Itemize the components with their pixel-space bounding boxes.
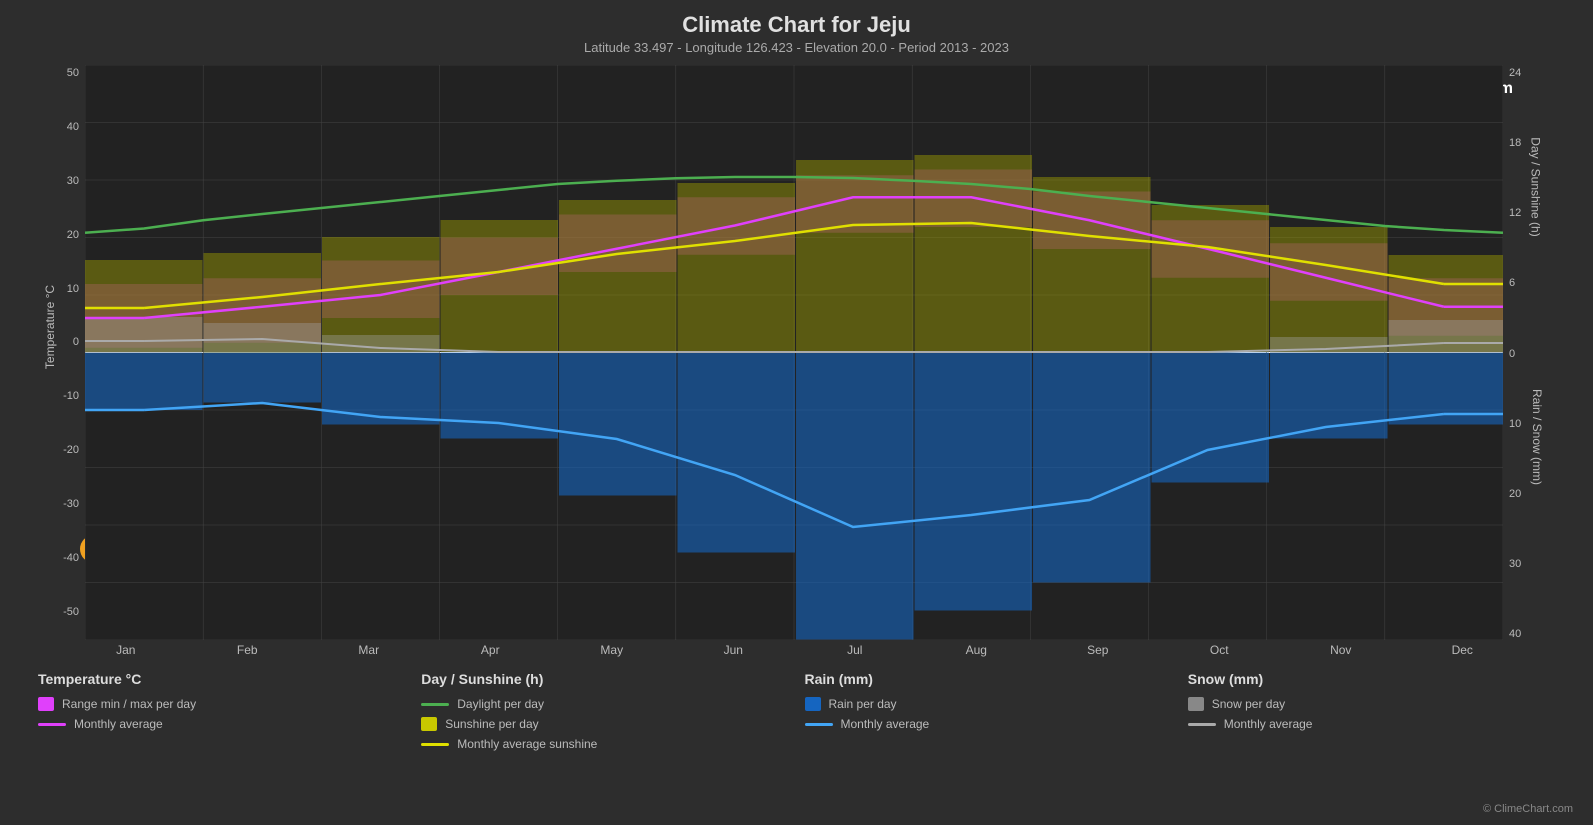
legend-col-temperature: Temperature °C Range min / max per day M… (30, 671, 413, 751)
x-axis: Jan Feb Mar Apr May Jun Jul Aug Sep Oct … (65, 643, 1523, 657)
y-right-24: 24 (1509, 67, 1563, 79)
legend-label-snow-avg: Monthly average (1224, 717, 1313, 731)
x-month-jan: Jan (65, 643, 187, 657)
y-tick-50: 50 (67, 67, 79, 79)
legend-line-rain-avg (805, 723, 833, 726)
y-axis-right-label-rain: Rain / Snow (mm) (1530, 389, 1544, 485)
y-tick-30: 30 (67, 175, 79, 187)
legend-col-snow: Snow (mm) Snow per day Monthly average (1180, 671, 1563, 751)
chart-container: Climate Chart for Jeju Latitude 33.497 -… (0, 0, 1593, 825)
legend-swatch-rain (805, 697, 821, 711)
legend-col-rain: Rain (mm) Rain per day Monthly average (797, 671, 1180, 751)
legend-item-snow-avg: Monthly average (1188, 717, 1555, 731)
legend-label-temp-avg: Monthly average (74, 717, 163, 731)
x-month-may: May (551, 643, 673, 657)
y-axis-left: 50 40 30 20 10 0 -10 -20 -30 -40 -50 (30, 65, 85, 640)
y-tick-m10: -10 (63, 390, 79, 402)
legend-title-rain: Rain (mm) (805, 671, 1172, 687)
chart-svg (85, 65, 1503, 640)
legend-item-snow-bar: Snow per day (1188, 697, 1555, 711)
legend-label-rain-bar: Rain per day (829, 697, 897, 711)
legend-area: Temperature °C Range min / max per day M… (30, 671, 1563, 751)
x-month-jun: Jun (673, 643, 795, 657)
y-axis-left-label: Temperature °C (43, 285, 57, 369)
legend-line-snow-avg (1188, 723, 1216, 726)
y-tick-40: 40 (67, 121, 79, 133)
x-month-aug: Aug (916, 643, 1038, 657)
legend-swatch-snow (1188, 697, 1204, 711)
chart-plot (85, 65, 1503, 640)
legend-item-sunshine-avg: Monthly average sunshine (421, 737, 788, 751)
y-right-20: 20 (1509, 488, 1563, 500)
y-tick-m50: -50 (63, 606, 79, 618)
legend-item-temp-range: Range min / max per day (38, 697, 405, 711)
x-month-feb: Feb (187, 643, 309, 657)
y-tick-m40: -40 (63, 552, 79, 564)
x-month-nov: Nov (1280, 643, 1402, 657)
legend-col-sunshine: Day / Sunshine (h) Daylight per day Suns… (413, 671, 796, 751)
y-right-40: 40 (1509, 628, 1563, 640)
legend-line-sunshine-avg (421, 743, 449, 746)
chart-subtitle: Latitude 33.497 - Longitude 126.423 - El… (0, 40, 1593, 55)
y-right-0-mid: 0 (1509, 348, 1563, 360)
legend-label-daylight: Daylight per day (457, 697, 544, 711)
legend-item-rain-bar: Rain per day (805, 697, 1172, 711)
y-tick-10: 10 (67, 283, 79, 295)
legend-label-sunshine-avg: Monthly average sunshine (457, 737, 597, 751)
y-right-30: 30 (1509, 558, 1563, 570)
legend-label-sunshine-bar: Sunshine per day (445, 717, 538, 731)
x-month-mar: Mar (308, 643, 430, 657)
legend-label-rain-avg: Monthly average (841, 717, 930, 731)
y-right-6: 6 (1509, 277, 1563, 289)
chart-title: Climate Chart for Jeju (0, 0, 1593, 38)
x-month-jul: Jul (794, 643, 916, 657)
legend-label-temp-range: Range min / max per day (62, 697, 196, 711)
legend-line-temp-avg (38, 723, 66, 726)
y-tick-20: 20 (67, 229, 79, 241)
legend-title-sunshine: Day / Sunshine (h) (421, 671, 788, 687)
legend-item-rain-avg: Monthly average (805, 717, 1172, 731)
y-axis-right-label-day: Day / Sunshine (h) (1528, 137, 1542, 236)
y-tick-m30: -30 (63, 498, 79, 510)
legend-line-daylight (421, 703, 449, 706)
legend-label-snow-bar: Snow per day (1212, 697, 1285, 711)
legend-title-snow: Snow (mm) (1188, 671, 1555, 687)
copyright: © ClimeChart.com (1483, 803, 1573, 815)
y-tick-m20: -20 (63, 444, 79, 456)
x-month-oct: Oct (1159, 643, 1281, 657)
legend-title-temp: Temperature °C (38, 671, 405, 687)
legend-item-sunshine-bar: Sunshine per day (421, 717, 788, 731)
x-month-sep: Sep (1037, 643, 1159, 657)
y-tick-0: 0 (73, 336, 79, 348)
x-month-apr: Apr (430, 643, 552, 657)
legend-swatch-temp-range (38, 697, 54, 711)
x-month-dec: Dec (1402, 643, 1524, 657)
legend-item-daylight: Daylight per day (421, 697, 788, 711)
legend-item-temp-avg: Monthly average (38, 717, 405, 731)
legend-swatch-sunshine (421, 717, 437, 731)
